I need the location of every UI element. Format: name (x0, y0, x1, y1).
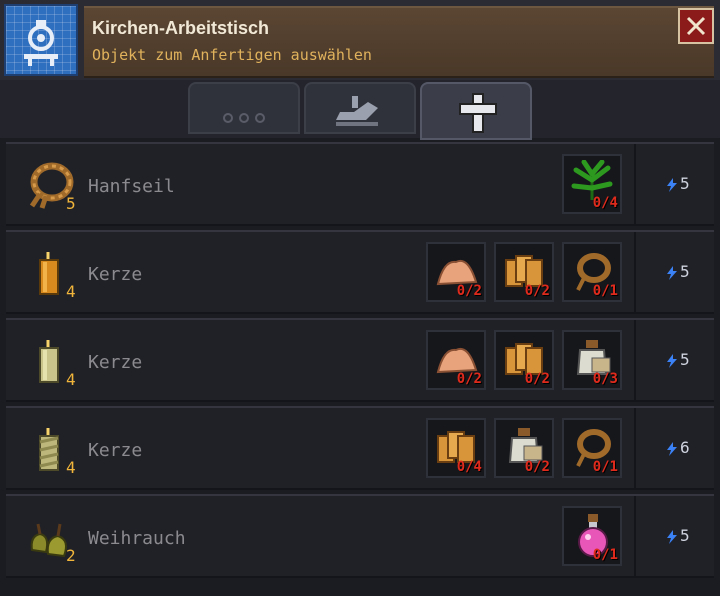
energy-value: 6 (680, 438, 690, 457)
item-name: Kerze (88, 440, 143, 461)
divider (634, 144, 636, 224)
divider (634, 232, 636, 312)
recipe-row-weihrauch[interactable]: 2 Weihrauch 0/1 5 (6, 494, 714, 578)
ellipsis-icon (223, 113, 265, 123)
close-button[interactable] (678, 8, 714, 44)
ingredient-amount: 0/1 (592, 459, 618, 475)
tab-more[interactable] (188, 82, 300, 134)
ingredient-slot[interactable]: 0/3 (562, 330, 622, 390)
recipe-row-hanfseil[interactable]: 5 Hanfseil 0/4 5 (6, 142, 714, 226)
lightning-icon (667, 529, 677, 544)
item-name: Kerze (88, 352, 143, 373)
item-count: 2 (66, 546, 76, 565)
plane-tool-icon (336, 96, 378, 126)
ingredient-slot[interactable]: 0/1 (562, 506, 622, 566)
ingredient-slot[interactable]: 0/2 (426, 242, 486, 302)
ingredient-amount: 0/4 (456, 459, 482, 475)
recipe-row-kerze[interactable]: 4 Kerze 0/2 0/2 0/1 5 (6, 230, 714, 314)
energy-cost: 6 (666, 438, 690, 457)
ingredient-slot[interactable]: 0/4 (426, 418, 486, 478)
ingredient-amount: 0/1 (592, 283, 618, 299)
divider (634, 496, 636, 576)
energy-value: 5 (680, 526, 690, 545)
ingredient-amount: 0/2 (524, 283, 550, 299)
divider (634, 408, 636, 488)
recipe-row-kerze-2[interactable]: 4 Kerze 0/2 0/2 0/3 5 (6, 318, 714, 402)
ingredient-amount: 0/4 (592, 195, 618, 211)
energy-cost: 5 (666, 350, 690, 369)
ingredient-slot[interactable]: 0/1 (562, 418, 622, 478)
page-title: Kirchen-Arbeitstisch (92, 18, 270, 38)
ingredient-slot[interactable]: 0/2 (494, 242, 554, 302)
item-count: 4 (66, 282, 76, 301)
lightning-icon (667, 353, 677, 368)
item-count: 4 (66, 458, 76, 477)
tab-church[interactable] (420, 82, 532, 140)
recipe-list: 5 Hanfseil 0/4 5 4 Kerze 0/2 0/2 0/1 5 4… (0, 140, 720, 596)
recipe-row-kerze-3[interactable]: 4 Kerze 0/4 0/2 0/1 6 (6, 406, 714, 490)
ingredient-slot[interactable]: 0/4 (562, 154, 622, 214)
energy-value: 5 (680, 350, 690, 369)
ingredient-amount: 0/2 (456, 371, 482, 387)
cross-icon (459, 93, 497, 133)
ingredient-amount: 0/2 (524, 371, 550, 387)
item-name: Weihrauch (88, 528, 186, 549)
lightning-icon (667, 441, 677, 456)
energy-cost: 5 (666, 262, 690, 281)
divider (634, 320, 636, 400)
close-x-icon (686, 16, 706, 36)
ingredient-slot[interactable]: 0/1 (562, 242, 622, 302)
lightning-icon (667, 265, 677, 280)
ingredient-amount: 0/2 (456, 283, 482, 299)
energy-cost: 5 (666, 174, 690, 193)
energy-cost: 5 (666, 526, 690, 545)
item-count: 5 (66, 194, 76, 213)
energy-value: 5 (680, 262, 690, 281)
ingredient-slot[interactable]: 0/2 (426, 330, 486, 390)
ingredient-slot[interactable]: 0/2 (494, 418, 554, 478)
item-name: Hanfseil (88, 176, 175, 197)
workbench-blueprint-icon (4, 4, 78, 76)
energy-value: 5 (680, 174, 690, 193)
ingredient-slot[interactable]: 0/2 (494, 330, 554, 390)
page-subtitle: Objekt zum Anfertigen auswählen (92, 46, 372, 64)
item-name: Kerze (88, 264, 143, 285)
item-count: 4 (66, 370, 76, 389)
title-plate (84, 6, 714, 78)
lightning-icon (667, 177, 677, 192)
ingredient-amount: 0/3 (592, 371, 618, 387)
tab-tools[interactable] (304, 82, 416, 134)
ingredient-amount: 0/2 (524, 459, 550, 475)
ingredient-amount: 0/1 (592, 547, 618, 563)
